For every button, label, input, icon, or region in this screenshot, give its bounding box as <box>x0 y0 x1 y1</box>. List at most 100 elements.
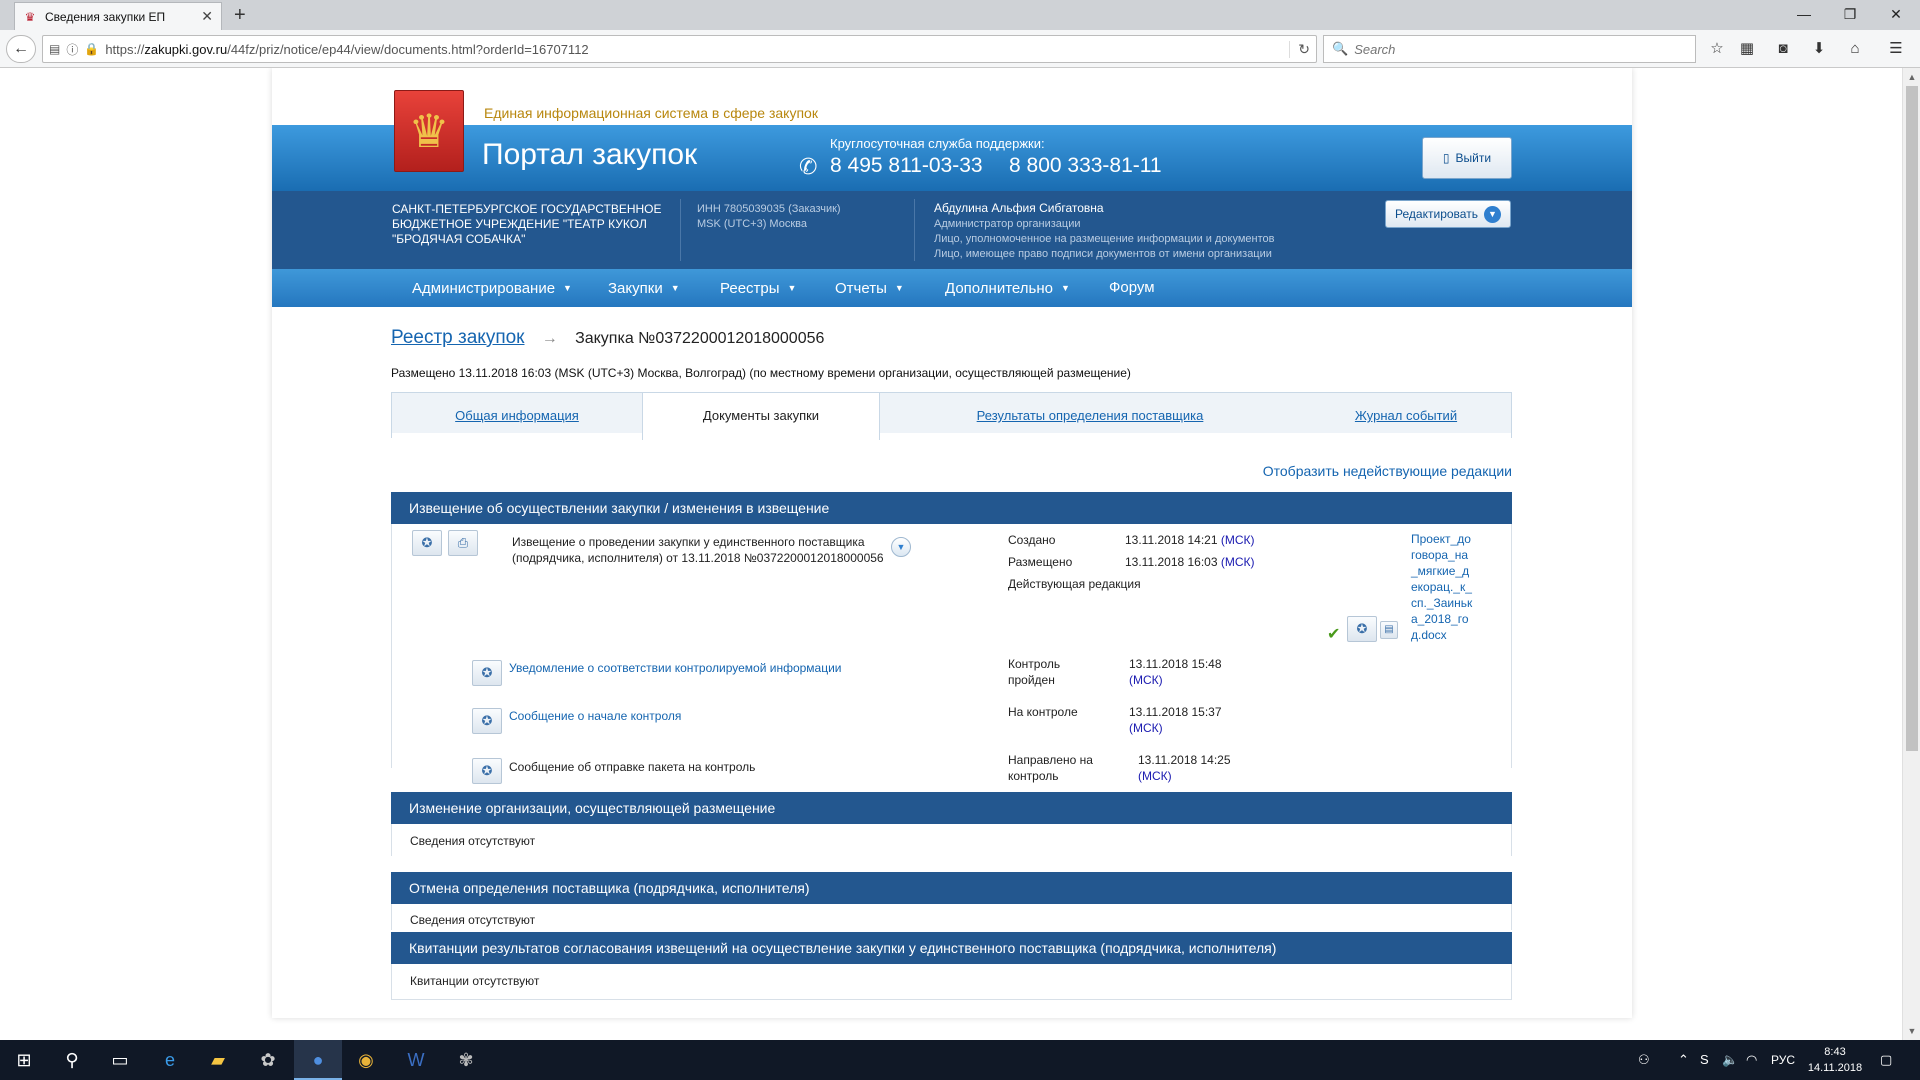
empty-message: Сведения отсутствуют <box>410 834 536 848</box>
breadcrumb-registry-link[interactable]: Реестр закупок <box>391 327 525 348</box>
app-icon[interactable]: ✾ <box>442 1040 490 1080</box>
page-menu-icon[interactable]: ▤ <box>49 42 60 56</box>
sent-to-control-label: Направлено на контроль <box>1008 753 1093 783</box>
breadcrumb-current: Закупка №0372200012018000056 <box>575 330 825 347</box>
tab-event-log[interactable]: Журнал событий <box>1300 393 1512 433</box>
windows-start-icon[interactable]: ⊞ <box>0 1040 48 1080</box>
menu-item-registries[interactable]: Реестры ▼ <box>720 269 796 307</box>
notifications-icon[interactable]: ▢ <box>1880 1040 1892 1080</box>
file-view-button[interactable]: ▤ <box>1380 621 1398 639</box>
coat-of-arms-logo[interactable]: ♛ <box>394 90 464 172</box>
scrollbar-thumb[interactable] <box>1906 86 1918 751</box>
control-passed-value: 13.11.2018 15:48 (МСК) <box>1129 657 1222 687</box>
door-icon: ▯ <box>1442 151 1450 165</box>
empty-message: Сведения отсутствуют <box>410 913 536 927</box>
close-window-icon[interactable]: ✕ <box>1873 0 1919 30</box>
section-header-org-change: Изменение организации, осуществляющей ра… <box>391 792 1512 824</box>
user-role: Администратор организации <box>934 218 1081 230</box>
control-notification-link[interactable]: Уведомление о соответствии контролируемо… <box>509 661 842 675</box>
edge-browser-icon[interactable]: e <box>146 1040 194 1080</box>
caret-down-icon: ▼ <box>1060 283 1070 293</box>
firefox-icon[interactable]: ● <box>294 1040 342 1080</box>
placed-label: Размещено <box>1008 555 1073 569</box>
menu-item-purchases[interactable]: Закупки ▼ <box>608 269 680 307</box>
pocket-icon[interactable]: ◙ <box>1773 39 1793 59</box>
language-indicator[interactable]: РУС <box>1771 1040 1795 1080</box>
file-signature-button[interactable]: ✪ <box>1347 616 1377 642</box>
print-button[interactable]: ⎙ <box>448 530 478 556</box>
chrome-icon[interactable]: ◉ <box>342 1040 390 1080</box>
logout-button[interactable]: ▯ Выйти <box>1422 137 1512 179</box>
certificate-icon: ✪ <box>481 665 493 680</box>
organization-name: Санкт-Петербургское государственное бюдж… <box>392 202 662 246</box>
print-icon: ⎙ <box>457 535 469 550</box>
home-icon[interactable]: ⌂ <box>1845 39 1865 59</box>
network-icon[interactable]: ◠ <box>1746 1040 1757 1080</box>
reading-list-icon[interactable]: ▦ <box>1737 39 1757 59</box>
signature-view-button[interactable]: ✪ <box>412 530 442 556</box>
tab-documents[interactable]: Документы закупки <box>642 392 880 440</box>
edit-button[interactable]: Редактировать ▼ <box>1385 200 1511 228</box>
skype-icon[interactable]: S <box>1700 1040 1709 1080</box>
bookmark-star-icon[interactable]: ☆ <box>1707 39 1727 59</box>
browser-nav-bar: ← ▤ ⓘ 🔒 https://zakupki.gov.ru/44fz/priz… <box>0 30 1920 68</box>
app-icon[interactable]: ✿ <box>244 1040 292 1080</box>
tab-general-info[interactable]: Общая информация <box>392 393 642 433</box>
tab-supplier-results[interactable]: Результаты определения поставщика <box>880 393 1300 433</box>
breadcrumb: Реестр закупок → Закупка №03722000120180… <box>391 327 824 349</box>
certificate-button[interactable]: ✪ <box>472 708 502 734</box>
search-input[interactable] <box>1354 41 1675 57</box>
certificate-button[interactable]: ✪ <box>472 660 502 686</box>
control-passed-label: Контроль пройден <box>1008 657 1061 687</box>
organization-inn: ИНН 7805039035 (Заказчик) MSK (UTC+3) Мо… <box>697 203 841 230</box>
volume-icon[interactable]: 🔈 <box>1722 1040 1738 1080</box>
certificate-button[interactable]: ✪ <box>472 758 502 784</box>
organization-bar: Санкт-Петербургское государственное бюдж… <box>272 191 1632 269</box>
menu-item-administration[interactable]: Администрирование ▼ <box>412 269 572 307</box>
menu-item-reports[interactable]: Отчеты ▼ <box>835 269 904 307</box>
hamburger-menu-icon[interactable]: ☰ <box>1886 39 1906 59</box>
scroll-down-icon[interactable]: ▼ <box>1903 1022 1920 1040</box>
created-value: 13.11.2018 14:21 (МСК) <box>1125 533 1255 547</box>
word-icon[interactable]: W <box>392 1040 440 1080</box>
menu-item-forum[interactable]: Форум <box>1109 269 1155 307</box>
search-icon[interactable]: ⚲ <box>48 1040 96 1080</box>
phone-icon: ✆ <box>799 154 818 179</box>
url-bar[interactable]: ▤ ⓘ 🔒 https://zakupki.gov.ru/44fz/priz/n… <box>42 35 1317 63</box>
file-explorer-icon[interactable]: ▰ <box>194 1040 242 1080</box>
downloads-icon[interactable]: ⬇ <box>1809 39 1829 59</box>
restore-icon[interactable]: ❐ <box>1827 0 1873 30</box>
show-inactive-editions-link[interactable]: Отобразить недействующие редакции <box>1263 463 1512 479</box>
reload-icon[interactable]: ↻ <box>1289 40 1310 58</box>
system-clock[interactable]: 8:43 14.11.2018 <box>1800 1044 1870 1076</box>
section-header-cancel: Отмена определения поставщика (подрядчик… <box>391 872 1512 904</box>
vertical-scrollbar[interactable]: ▲ ▼ <box>1902 68 1920 1040</box>
sent-to-control-value: 13.11.2018 14:25 (МСК) <box>1138 753 1231 783</box>
browser-tab[interactable]: ♛ Сведения закупки ЕП ✕ <box>14 2 222 30</box>
empty-message: Квитанции отсутствуют <box>410 974 540 988</box>
task-view-icon[interactable]: ▭ <box>96 1040 144 1080</box>
caret-down-icon: ▼ <box>670 283 680 293</box>
chevron-down-icon[interactable]: ▼ <box>891 537 911 557</box>
section-body-org-change <box>391 824 1512 856</box>
section-body-receipts <box>391 964 1512 1000</box>
notice-document-title: Извещение о проведении закупки у единств… <box>512 535 884 565</box>
minimize-icon[interactable]: — <box>1781 0 1827 30</box>
new-tab-button[interactable]: + <box>234 2 246 28</box>
back-button[interactable]: ← <box>6 35 36 63</box>
info-icon[interactable]: ⓘ <box>66 41 78 58</box>
user-role: Лицо, уполномоченное на размещение инфор… <box>934 233 1275 245</box>
user-name: Абдулина Альфия Сибгатовна <box>934 201 1104 215</box>
chevron-up-icon[interactable]: ⌃ <box>1678 1040 1689 1080</box>
people-icon[interactable]: ⚇ <box>1638 1040 1650 1080</box>
menu-item-additional[interactable]: Дополнительно ▼ <box>945 269 1070 307</box>
attachment-file-link[interactable]: Проект_договора_на_мягкие_декорац._к_сп.… <box>1411 531 1473 643</box>
url-text[interactable]: https://zakupki.gov.ru/44fz/priz/notice/… <box>105 42 1289 57</box>
control-start-link[interactable]: Сообщение о начале контроля <box>509 709 681 723</box>
page-viewport: Единая информационная система в сфере за… <box>0 68 1902 1040</box>
close-tab-icon[interactable]: ✕ <box>201 8 213 25</box>
portal-title[interactable]: Портал закупок <box>482 138 697 172</box>
search-bar[interactable]: 🔍 <box>1323 35 1696 63</box>
scroll-up-icon[interactable]: ▲ <box>1903 68 1920 86</box>
section-header-notice: Извещение об осуществлении закупки / изм… <box>391 492 1512 524</box>
